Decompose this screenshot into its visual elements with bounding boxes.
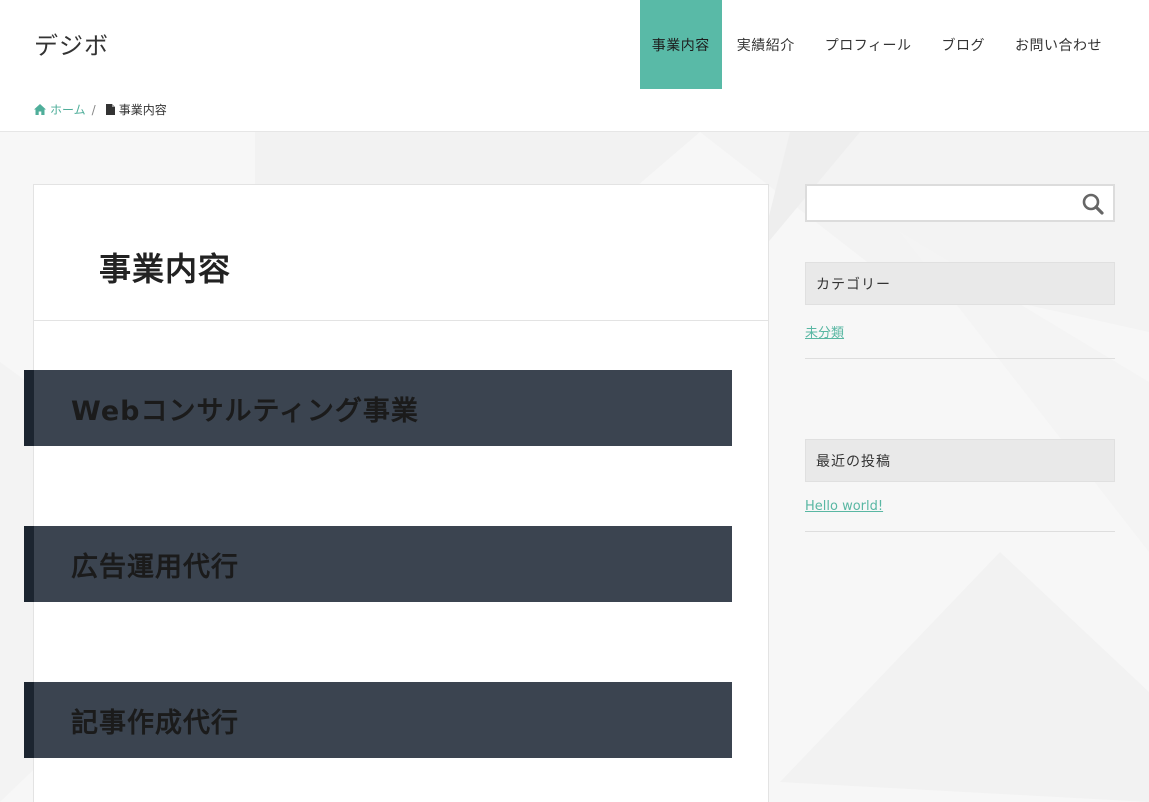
- recent-posts-widget-title: 最近の投稿: [805, 439, 1115, 482]
- nav-item-blog[interactable]: ブログ: [927, 0, 1001, 89]
- breadcrumb-current: 事業内容: [105, 101, 167, 118]
- category-widget-title: カテゴリー: [805, 262, 1115, 305]
- section-heading-ad-operation: 広告運用代行: [24, 526, 732, 602]
- recent-posts-divider: [805, 531, 1115, 532]
- recent-post-link-hello-world[interactable]: Hello world!: [805, 499, 1115, 514]
- nav-item-services[interactable]: 事業内容: [639, 0, 722, 89]
- category-divider: [805, 358, 1115, 359]
- section-heading-web-consulting: Webコンサルティング事業: [24, 370, 732, 446]
- search-form: [805, 184, 1115, 222]
- breadcrumb: ホーム / 事業内容: [34, 101, 167, 118]
- section-heading-article-writing: 記事作成代行: [24, 682, 732, 758]
- breadcrumb-home-label: ホーム: [50, 103, 86, 117]
- category-widget: カテゴリー 未分類: [805, 262, 1115, 359]
- home-icon: [34, 104, 46, 115]
- global-nav: 事業内容 実績紹介 プロフィール ブログ お問い合わせ: [639, 0, 1117, 89]
- breadcrumb-current-label: 事業内容: [118, 103, 167, 117]
- page-title: 事業内容: [99, 250, 232, 288]
- category-link-uncategorized[interactable]: 未分類: [805, 322, 1115, 341]
- sidebar: カテゴリー 未分類 最近の投稿 Hello world!: [805, 184, 1115, 532]
- page-header: 事業内容: [34, 185, 768, 321]
- nav-item-works[interactable]: 実績紹介: [722, 0, 810, 89]
- breadcrumb-separator: /: [91, 102, 96, 117]
- site-logo[interactable]: デジボ: [34, 26, 109, 61]
- file-icon: [105, 104, 115, 115]
- nav-item-profile[interactable]: プロフィール: [810, 0, 927, 89]
- search-input[interactable]: [807, 186, 1073, 220]
- site-header: デジボ 事業内容 実績紹介 プロフィール ブログ お問い合わせ ホーム / 事業…: [0, 0, 1149, 132]
- recent-posts-widget: 最近の投稿 Hello world!: [805, 439, 1115, 532]
- breadcrumb-home[interactable]: ホーム: [34, 101, 86, 118]
- search-icon[interactable]: [1081, 192, 1105, 216]
- nav-item-contact[interactable]: お問い合わせ: [1000, 0, 1117, 89]
